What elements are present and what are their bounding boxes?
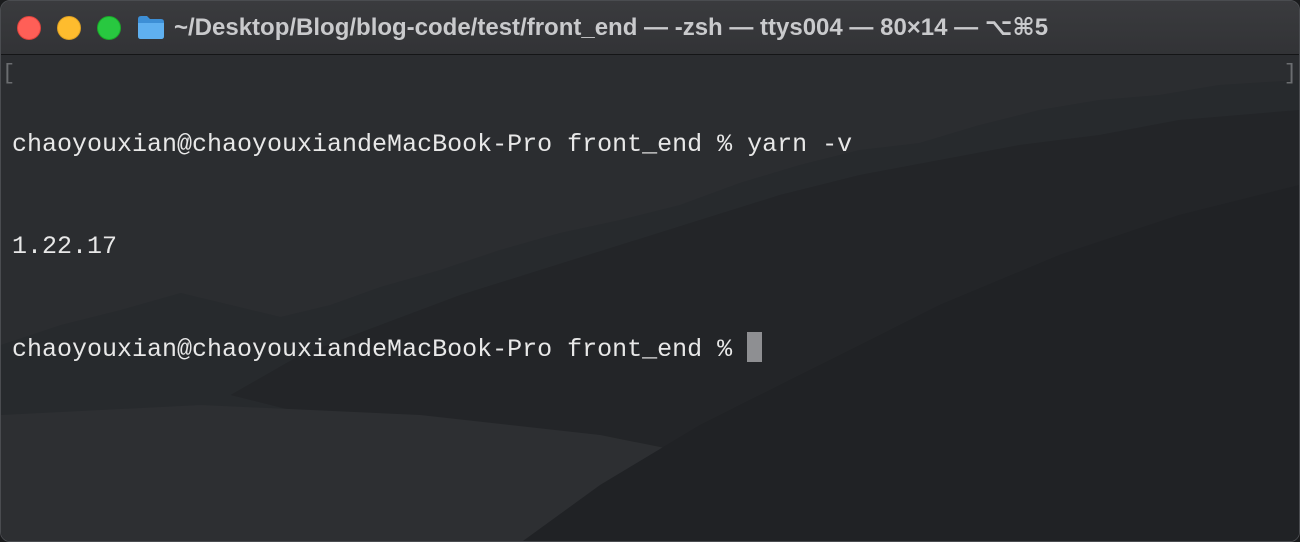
folder-icon <box>138 16 164 39</box>
minimize-button[interactable] <box>57 16 81 40</box>
terminal-window: ~/Desktop/Blog/blog-code/test/front_end … <box>0 0 1300 542</box>
zoom-button[interactable] <box>97 16 121 40</box>
terminal-line-output: 1.22.17 <box>12 232 118 261</box>
terminal-content[interactable]: [ ] chaoyouxian@chaoyouxiandeMacBook-Pro… <box>1 55 1299 541</box>
terminal-prompt: chaoyouxian@chaoyouxiandeMacBook-Pro fro… <box>12 335 748 364</box>
terminal-output: chaoyouxian@chaoyouxiandeMacBook-Pro fro… <box>12 60 852 434</box>
close-button[interactable] <box>17 16 41 40</box>
window-title: ~/Desktop/Blog/blog-code/test/front_end … <box>174 14 1049 41</box>
scroll-mark-right: ] <box>1283 61 1297 86</box>
text-cursor <box>747 332 763 362</box>
title-bar[interactable]: ~/Desktop/Blog/blog-code/test/front_end … <box>1 1 1299 55</box>
terminal-line-command: chaoyouxian@chaoyouxiandeMacBook-Pro fro… <box>12 130 853 159</box>
terminal-prompt-line[interactable]: chaoyouxian@chaoyouxiandeMacBook-Pro fro… <box>12 332 852 366</box>
